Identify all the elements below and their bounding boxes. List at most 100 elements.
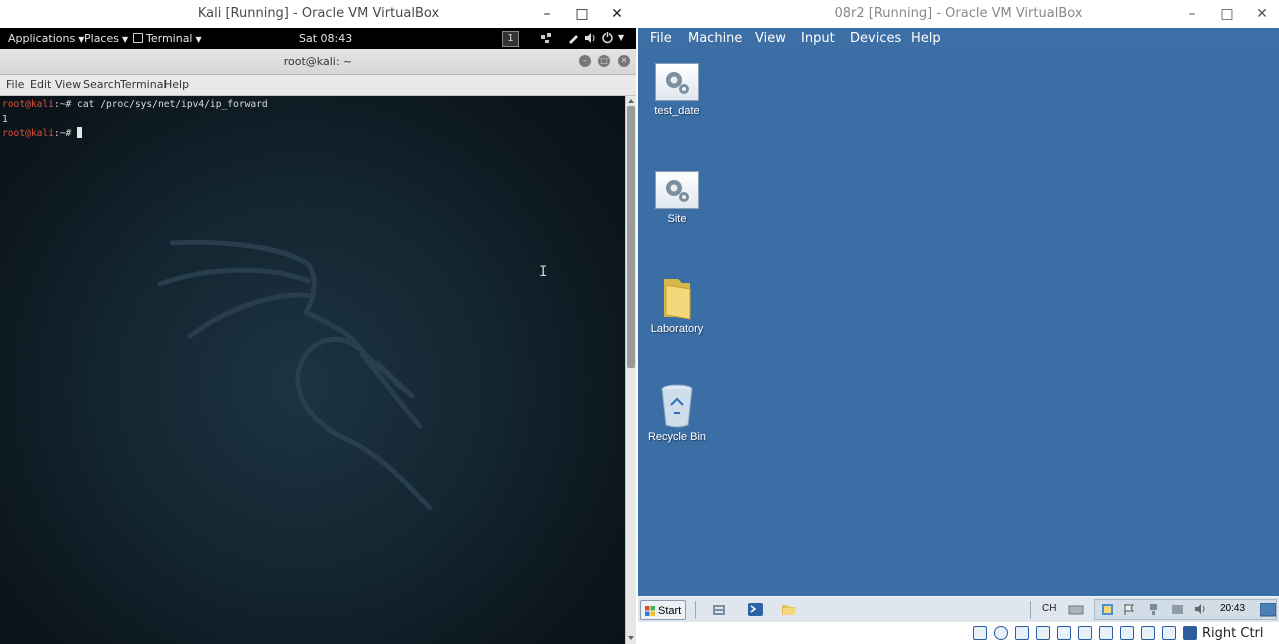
terminal-maximize-icon[interactable]: □ [598,55,610,67]
shared-folder-icon[interactable] [1057,626,1071,640]
network-icon[interactable] [540,32,552,44]
pen-icon[interactable] [567,32,579,44]
windows-logo-icon [645,606,655,616]
minimize-icon[interactable]: – [536,4,558,24]
start-button[interactable]: Start [640,600,686,620]
cpu-icon[interactable] [1141,626,1155,640]
menu-view[interactable]: View [55,78,81,91]
desktop-icon-recycle-bin[interactable]: Recycle Bin [638,383,717,443]
action-center-icon[interactable] [1101,603,1114,616]
network-adapter-icon[interactable] [1036,626,1050,640]
host-key-label[interactable]: Right Ctrl [1202,626,1264,641]
terminal-line: root@kali:~# [2,127,268,142]
menu-search[interactable]: Search [83,78,121,91]
keyboard-capture-icon[interactable] [1183,626,1197,640]
usb-icon[interactable] [1015,626,1029,640]
terminal-line: 1 [2,113,268,128]
terminal-app-menu[interactable]: Terminal ▼ [133,32,202,45]
prompt-user: root@kali [2,99,54,110]
flag-icon[interactable] [1123,603,1136,616]
prompt-rest: :~# [53,128,78,139]
terminal-app-menu-label: Terminal [146,32,193,45]
command-text: :~# cat /proc/sys/net/ipv4/ip_forward [53,99,268,110]
terminal-small-icon [133,33,143,43]
vbox-menu-view[interactable]: View [755,31,786,46]
volume-icon[interactable] [584,32,596,44]
desktop-icon-label: Site [667,213,687,225]
win2008-vbox-titlebar[interactable]: 08r2 [Running] - Oracle VM VirtualBox – … [638,0,1279,28]
optical-drive-icon[interactable] [994,626,1008,640]
windows-taskbar: Start CH 20:43 [638,596,1279,623]
scroll-up-icon[interactable] [628,99,634,103]
prompt-user: root@kali [2,128,54,139]
places-menu[interactable]: Places ▼ [84,32,128,45]
places-menu-label: Places [84,32,119,45]
hard-disk-icon[interactable] [973,626,987,640]
menu-terminal[interactable]: Terminal [120,78,167,91]
close-icon[interactable]: ✕ [1251,4,1273,24]
desktop-icon-test-date[interactable]: test_date [638,63,717,117]
kali-vbox-window: Kali [Running] - Oracle VM VirtualBox – … [0,0,637,644]
vbox-menubar: File Machine View Input Devices Help [638,28,1279,51]
desktop-icon-laboratory[interactable]: Laboratory [638,275,717,335]
applications-menu-label: Applications [8,32,76,45]
desktop-icon-label: Recycle Bin [647,431,707,443]
recycle-bin-icon [661,384,693,428]
close-icon[interactable]: ✕ [606,4,628,24]
menu-edit[interactable]: Edit [30,78,51,91]
desktop-icon-label: Laboratory [650,323,704,335]
speaker-icon[interactable] [1194,603,1207,616]
minimize-icon[interactable]: – [1181,4,1203,24]
start-label: Start [658,605,682,617]
terminal-minimize-icon[interactable]: – [579,55,591,67]
maximize-icon[interactable]: □ [571,4,593,24]
windows-desktop[interactable]: test_date Site Laboratory Recycle Bin [638,51,1279,596]
powershell-icon[interactable] [748,602,764,617]
terminal-text: root@kali:~# cat /proc/sys/net/ipv4/ip_f… [2,98,268,142]
workspace-indicator[interactable]: 1 [502,31,519,47]
terminal-line: root@kali:~# cat /proc/sys/net/ipv4/ip_f… [2,98,268,113]
vbox-menu-file[interactable]: File [650,31,672,46]
menu-file[interactable]: File [6,78,24,91]
vbox-menu-machine[interactable]: Machine [688,31,742,46]
maximize-icon[interactable]: □ [1216,4,1238,24]
taskbar-separator [1030,601,1031,619]
taskbar-clock[interactable]: 20:43 [1220,603,1245,614]
scrollbar-thumb[interactable] [627,106,635,368]
language-indicator[interactable]: CH [1042,603,1056,614]
win2008-vbox-window: 08r2 [Running] - Oracle VM VirtualBox – … [638,0,1279,644]
mouse-integration-icon[interactable] [1162,626,1176,640]
system-tray [1094,599,1277,620]
vbox-menu-help[interactable]: Help [911,31,941,46]
vbox-menu-input[interactable]: Input [801,31,835,46]
server-manager-icon[interactable] [712,602,728,617]
explorer-folder-icon[interactable] [781,602,797,617]
gear-icon [655,63,699,101]
chevron-down-icon[interactable]: ▼ [618,33,624,42]
terminal-output-area[interactable]: root@kali:~# cat /proc/sys/net/ipv4/ip_f… [0,96,625,644]
terminal-scrollbar[interactable] [625,96,636,644]
keyboard-icon[interactable] [1068,602,1084,617]
device-tray-icon[interactable] [1171,603,1184,616]
scroll-down-icon[interactable] [628,636,634,640]
gear-icon [655,171,699,209]
terminal-menubar: File Edit View Search Terminal Help [0,75,636,96]
vbox-statusbar: Right Ctrl [638,622,1279,644]
terminal-close-icon[interactable]: ✕ [618,55,630,67]
capture-icon[interactable] [1099,626,1113,640]
kali-vbox-titlebar[interactable]: Kali [Running] - Oracle VM VirtualBox – … [0,0,637,28]
video-capture-icon[interactable] [1120,626,1134,640]
gnome-top-panel: Applications ▼ Places ▼ Terminal ▼ Sat 08:4… [0,28,636,49]
terminal-title: root@kali: ~ [283,55,353,68]
power-icon[interactable] [601,31,614,44]
menu-help[interactable]: Help [164,78,189,91]
network-tray-icon[interactable] [1147,603,1160,616]
applications-menu[interactable]: Applications ▼ [8,32,84,45]
terminal-titlebar[interactable]: root@kali: ~ – □ ✕ [0,49,636,75]
vbox-menu-devices[interactable]: Devices [850,31,901,46]
kali-guest-screen[interactable]: Applications ▼ Places ▼ Terminal ▼ Sat 08:4… [0,28,636,644]
panel-clock[interactable]: Sat 08:43 [299,32,352,45]
display-icon[interactable] [1078,626,1092,640]
desktop-icon-site[interactable]: Site [638,171,717,225]
show-desktop-icon[interactable] [1260,603,1276,618]
